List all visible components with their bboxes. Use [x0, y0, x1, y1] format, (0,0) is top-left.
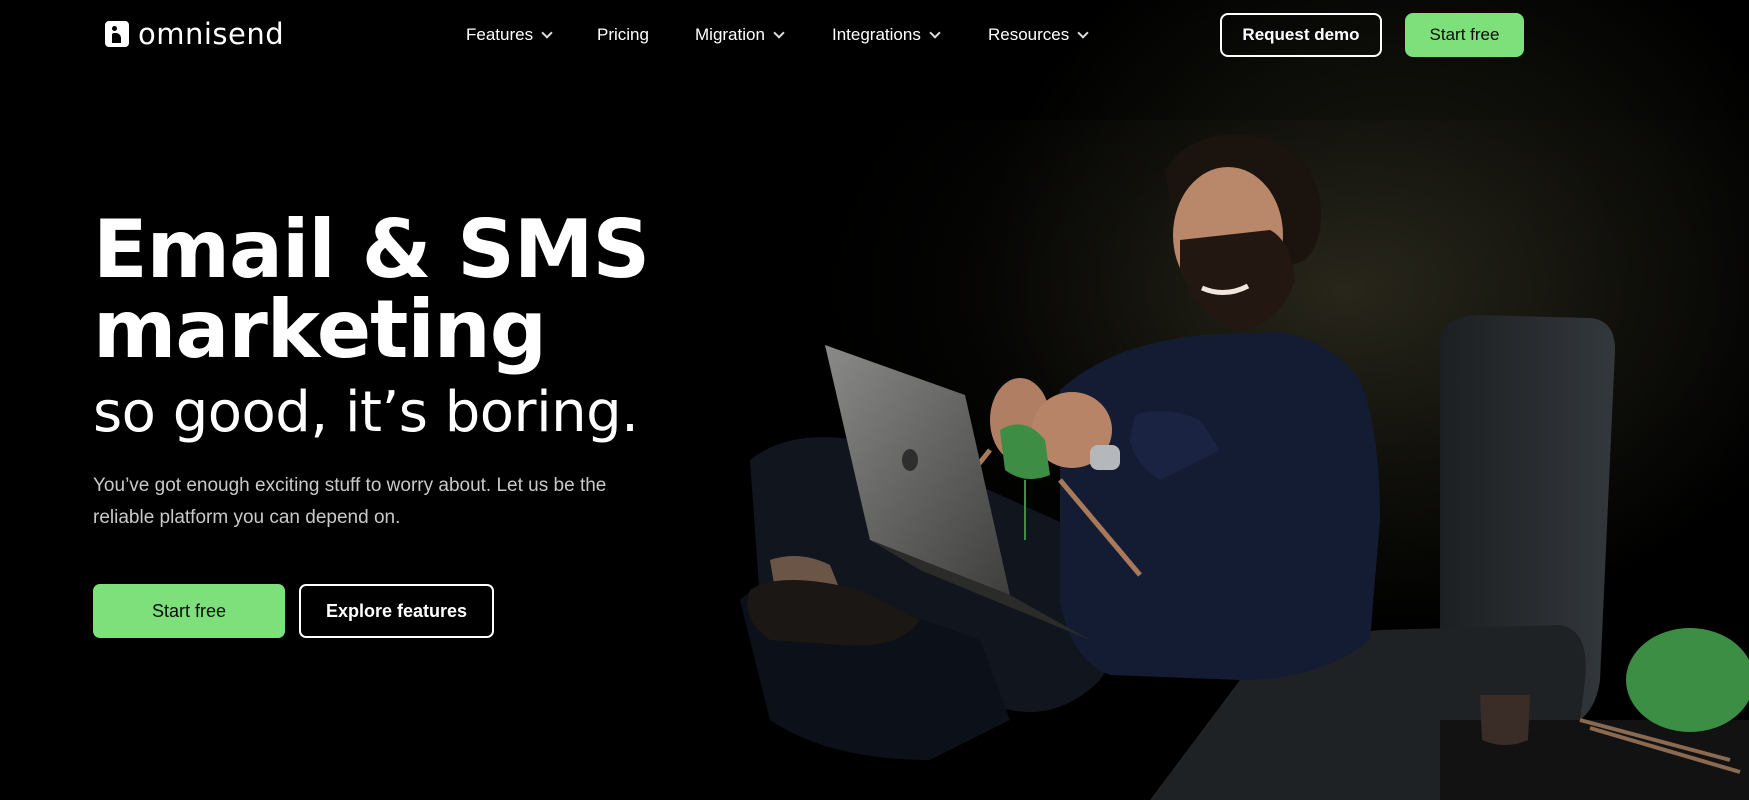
hero-photo [680, 120, 1749, 800]
hero-title-line-2: marketing [93, 283, 547, 376]
top-navigation: omnisend Features Pricing Migration Inte… [0, 0, 1749, 70]
nav-item-integrations[interactable]: Integrations [832, 22, 988, 48]
hero-title-line-1: Email & SMS [93, 203, 650, 296]
nav-item-label: Resources [988, 25, 1070, 44]
chevron-down-icon [929, 26, 941, 39]
main-menu: Features Pricing Migration Integrations … [466, 22, 1108, 48]
landing-page: omnisend Features Pricing Migration Inte… [0, 0, 1749, 800]
hero-description: You’ve got enough exciting stuff to worr… [93, 475, 607, 528]
hero-subtitle: so good, it’s boring. [93, 380, 639, 445]
logo-icon [105, 21, 129, 47]
nav-item-migration[interactable]: Migration [695, 22, 832, 48]
chevron-down-icon [541, 26, 553, 39]
nav-item-label: Features [466, 25, 534, 44]
apple-logo-icon [902, 449, 918, 471]
coffee-cup [1480, 695, 1530, 745]
brand-name: omnisend [138, 17, 285, 51]
nav-item-label: Integrations [832, 25, 921, 44]
yarn-ball [1626, 628, 1749, 732]
chevron-down-icon [773, 26, 785, 39]
start-free-nav-button[interactable]: Start free [1405, 13, 1524, 57]
request-demo-button[interactable]: Request demo [1220, 13, 1382, 57]
nav-item-resources[interactable]: Resources [988, 22, 1108, 48]
explore-features-button[interactable]: Explore features [299, 584, 494, 638]
nav-item-label: Migration [695, 25, 765, 44]
nav-item-features[interactable]: Features [466, 22, 597, 48]
wristwatch [1090, 445, 1120, 470]
brand-logo[interactable]: omnisend [105, 17, 284, 51]
chevron-down-icon [1077, 26, 1089, 39]
nav-item-pricing[interactable]: Pricing [597, 22, 695, 48]
nav-item-label: Pricing [597, 25, 649, 44]
hero-title: Email & SMS marketing [93, 203, 650, 376]
start-free-button[interactable]: Start free [93, 584, 285, 638]
